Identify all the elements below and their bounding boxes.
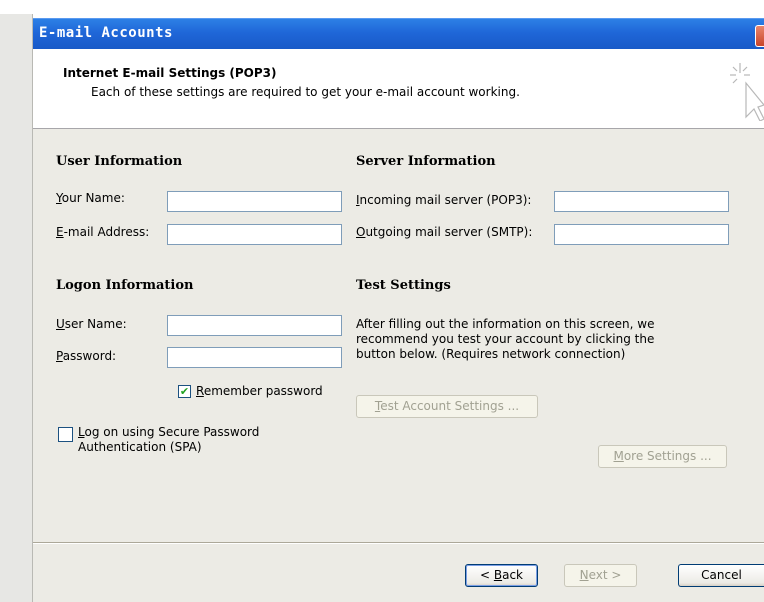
password-label-accel: P xyxy=(56,349,63,363)
email-address-input[interactable] xyxy=(167,224,342,245)
footer-separator-highlight xyxy=(33,543,764,544)
spa-checkbox[interactable] xyxy=(58,427,73,442)
spa-label-line2: Authentication (SPA) xyxy=(78,440,202,454)
outgoing-server-input[interactable] xyxy=(554,224,729,245)
back-button-text: ack xyxy=(502,568,523,582)
more-settings-accel: M xyxy=(613,449,624,463)
password-label: Password: xyxy=(56,349,116,363)
cancel-button[interactable]: Cancel xyxy=(678,564,764,587)
user-name-label-text: ser Name: xyxy=(64,317,127,331)
cursor-sparkle-icon xyxy=(730,63,764,121)
remember-password-label[interactable]: Remember password xyxy=(196,384,323,398)
title-bar[interactable]: E-mail Accounts xyxy=(33,18,764,50)
remember-password-label-accel: R xyxy=(196,384,204,398)
incoming-server-input[interactable] xyxy=(554,191,729,212)
remember-password-label-text: emember password xyxy=(203,384,323,398)
email-address-label-accel: E xyxy=(56,225,64,239)
header-banner: Internet E-mail Settings (POP3) Each of … xyxy=(33,49,764,129)
test-desc-line2: recommend you test your account by click… xyxy=(356,332,655,346)
spa-label-text: og on using Secure Password xyxy=(84,425,260,439)
outgoing-server-label-text: utgoing mail server (SMTP): xyxy=(365,225,533,239)
spa-label-line1: Log on using Secure Password xyxy=(78,425,259,440)
spa-label[interactable]: Log on using Secure Password Authenticat… xyxy=(78,425,259,455)
user-information-heading: User Information xyxy=(56,154,183,169)
remember-password-checkbox[interactable]: ✔ xyxy=(178,385,191,398)
incoming-server-label-text: ncoming mail server (POP3): xyxy=(359,193,532,207)
back-button-prefix: < xyxy=(479,568,494,582)
user-name-label-accel: U xyxy=(56,317,65,331)
your-name-label: Your Name: xyxy=(56,191,125,205)
user-name-input[interactable] xyxy=(167,315,342,336)
back-button-accel: B xyxy=(493,568,503,582)
logon-information-heading: Logon Information xyxy=(56,278,194,293)
header-title: Internet E-mail Settings (POP3) xyxy=(63,66,277,80)
test-settings-heading: Test Settings xyxy=(356,278,451,293)
incoming-server-label: Incoming mail server (POP3): xyxy=(356,193,531,207)
next-button[interactable]: Next > xyxy=(564,564,637,587)
user-name-label: User Name: xyxy=(56,317,127,331)
test-desc-line3: button below. (Requires network connecti… xyxy=(356,347,626,361)
close-button[interactable] xyxy=(755,25,764,47)
test-button-text: est Account Settings ... xyxy=(380,399,520,413)
your-name-label-text: our Name: xyxy=(61,191,125,205)
test-account-settings-button[interactable]: Test Account Settings ... xyxy=(356,395,538,418)
email-address-label-text: -mail Address: xyxy=(63,225,150,239)
more-settings-text: ore Settings ... xyxy=(623,449,712,463)
password-label-text: assword: xyxy=(62,349,117,363)
server-information-heading: Server Information xyxy=(356,154,496,169)
test-settings-description: After filling out the information on thi… xyxy=(356,317,654,362)
next-button-text: ext > xyxy=(588,568,622,582)
password-input[interactable] xyxy=(167,347,342,368)
test-desc-line1: After filling out the information on thi… xyxy=(356,317,655,331)
email-accounts-dialog: Internet E-mail Settings (POP3) Each of … xyxy=(33,49,764,602)
next-button-accel: N xyxy=(579,568,589,582)
check-mark-icon: ✔ xyxy=(179,385,190,398)
background-window xyxy=(0,14,33,602)
email-address-label: E-mail Address: xyxy=(56,225,149,239)
back-button[interactable]: < Back xyxy=(465,564,538,587)
your-name-input[interactable] xyxy=(167,191,342,212)
more-settings-button[interactable]: More Settings ... xyxy=(598,445,727,468)
header-subtitle: Each of these settings are required to g… xyxy=(91,85,520,99)
outgoing-server-label: Outgoing mail server (SMTP): xyxy=(356,225,532,239)
window-title: E-mail Accounts xyxy=(39,25,173,41)
